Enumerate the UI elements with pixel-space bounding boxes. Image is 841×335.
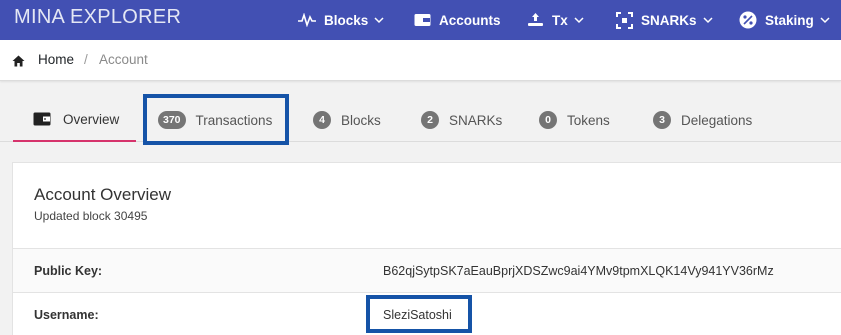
breadcrumb: Home / Account (0, 40, 841, 81)
updated-block-text: Updated block 30495 (34, 209, 148, 223)
public-key-label: Public Key: (34, 264, 103, 278)
nav-accounts[interactable]: Accounts (413, 0, 501, 40)
public-key-row: Public Key: B62qjSytpSK7aEauBprjXDSZwc9a… (13, 248, 841, 292)
account-tabs: Overview 370 Transactions 4 Blocks 2 SNA… (0, 98, 841, 142)
username-highlight-box (366, 295, 472, 333)
tab-tokens[interactable]: 0 Tokens (539, 98, 610, 142)
tab-overview[interactable]: Overview (13, 98, 136, 142)
pulse-icon (298, 11, 316, 29)
transactions-highlight-box (143, 94, 289, 145)
breadcrumb-separator: / (84, 52, 88, 67)
username-label: Username: (34, 308, 99, 322)
brand-logo[interactable]: MINA EXPLORER (14, 6, 181, 29)
tokens-count-badge: 0 (539, 111, 557, 129)
nav-snarks[interactable]: SNARKs (615, 0, 713, 40)
snark-icon (615, 11, 633, 29)
chevron-down-icon (702, 15, 713, 25)
nav-tx-label: Tx (552, 12, 568, 28)
home-icon[interactable] (12, 54, 25, 67)
breadcrumb-home-link[interactable]: Home (38, 52, 74, 67)
public-key-value: B62qjSytpSK7aEauBprjXDSZwc9ai4YMv9tpmXLQ… (383, 264, 774, 278)
nav-staking-label: Staking (765, 12, 814, 28)
chevron-down-icon (820, 15, 830, 25)
snarks-count-badge: 2 (421, 111, 439, 129)
percent-icon (739, 11, 757, 29)
tab-snarks[interactable]: 2 SNARKs (421, 98, 502, 142)
tab-overview-label: Overview (63, 111, 120, 127)
wallet-icon (33, 112, 51, 126)
tab-delegations[interactable]: 3 Delegations (653, 98, 752, 142)
nav-blocks[interactable]: Blocks (298, 0, 384, 40)
nav-tx[interactable]: Tx (526, 0, 584, 40)
nav-blocks-label: Blocks (324, 12, 369, 28)
chevron-down-icon (574, 15, 584, 25)
card-title: Account Overview (34, 185, 171, 204)
top-navbar: MINA EXPLORER Blocks Accounts Tx SNARKs (0, 0, 841, 40)
tab-delegations-label: Delegations (681, 112, 753, 128)
breadcrumb-current: Account (99, 52, 148, 67)
nav-snarks-label: SNARKs (641, 12, 697, 28)
nav-accounts-label: Accounts (439, 12, 501, 28)
nav-staking[interactable]: Staking (739, 0, 830, 40)
delegations-count-badge: 3 (653, 111, 671, 129)
chevron-down-icon (374, 15, 384, 25)
transfer-icon (526, 11, 544, 29)
tab-blocks[interactable]: 4 Blocks (313, 98, 381, 142)
tab-blocks-label: Blocks (341, 112, 381, 128)
tab-snarks-label: SNARKs (449, 112, 503, 128)
blocks-count-badge: 4 (313, 111, 331, 129)
tab-tokens-label: Tokens (567, 112, 610, 128)
wallet-icon (413, 11, 431, 29)
